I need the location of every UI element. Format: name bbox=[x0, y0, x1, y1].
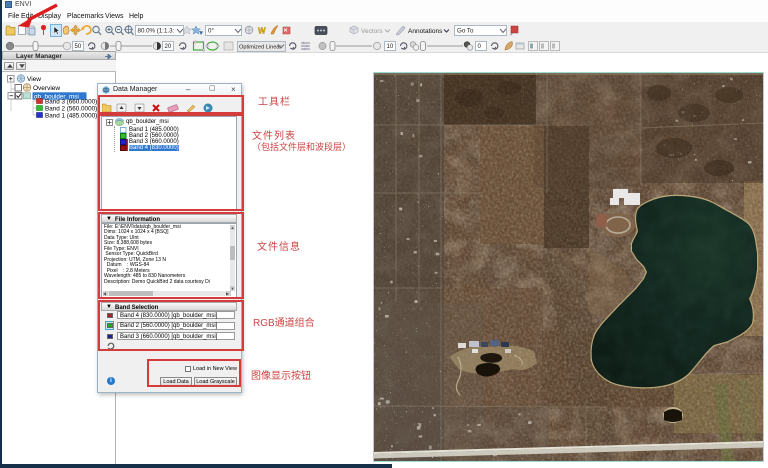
svg-text:20: 20 bbox=[165, 44, 172, 50]
svg-text:Vectors: Vectors bbox=[361, 28, 383, 35]
svg-text:Band 1 (485.0000): Band 1 (485.0000) bbox=[45, 113, 97, 120]
svg-text:W: W bbox=[258, 27, 266, 36]
svg-text:50: 50 bbox=[75, 44, 82, 50]
svg-text:Annotations: Annotations bbox=[408, 28, 443, 35]
svg-text:Optimized Linear: Optimized Linear bbox=[239, 44, 281, 50]
svg-text:Overview: Overview bbox=[33, 85, 60, 92]
svg-text:Go To: Go To bbox=[457, 28, 474, 35]
svg-text:10: 10 bbox=[387, 44, 394, 50]
svg-text:80.0% (1:1.3:: 80.0% (1:1.3: bbox=[138, 28, 175, 35]
svg-text:0°: 0° bbox=[208, 28, 214, 35]
svg-text:View: View bbox=[27, 76, 41, 83]
svg-text:Band 3 (660.0000): Band 3 (660.0000) bbox=[45, 99, 97, 106]
svg-text:Band 2 (560.0000): Band 2 (560.0000) bbox=[45, 106, 97, 113]
